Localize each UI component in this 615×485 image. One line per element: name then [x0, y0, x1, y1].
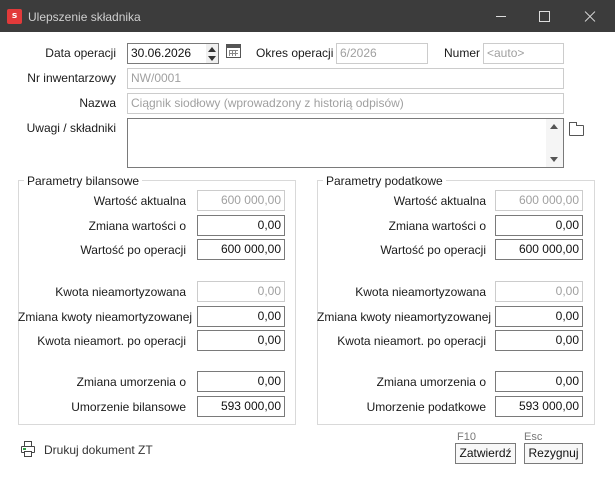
bil-depreciation-change-input[interactable]: 0,00 — [197, 371, 285, 392]
notes-textarea[interactable] — [127, 118, 564, 168]
pod-non-amortized-change-input[interactable]: 0,00 — [495, 306, 583, 327]
pod-value-change-label: Zmiana wartości o — [388, 219, 486, 233]
bil-non-amortized-label: Kwota nieamortyzowana — [55, 285, 186, 299]
confirm-button[interactable]: Zatwierdź — [455, 443, 516, 464]
bil-value-after-input[interactable]: 600 000,00 — [197, 239, 285, 260]
notes-scrollbar[interactable] — [546, 119, 563, 167]
pod-current-value-field: 600 000,00 — [495, 190, 583, 211]
printer-icon[interactable] — [20, 441, 36, 457]
pod-depreciation-label: Umorzenie podatkowe — [366, 400, 486, 414]
pod-value-after-label: Wartość po operacji — [380, 243, 486, 257]
pod-non-amortized-change-label: Zmiana kwoty nieamortyzowanej — [317, 310, 492, 324]
notes-label: Uwagi / składniki — [26, 121, 116, 135]
print-document-link[interactable]: Drukuj dokument ZT — [44, 443, 153, 457]
spin-down-icon[interactable] — [208, 56, 216, 61]
bil-value-change-label: Zmiana wartości o — [88, 219, 186, 233]
bil-depreciation-change-label: Zmiana umorzenia o — [76, 375, 186, 389]
pod-depreciation-change-input[interactable]: 0,00 — [495, 371, 583, 392]
bil-value-change-input[interactable]: 0,00 — [197, 215, 285, 236]
dialog-window: s Ulepszenie składnika Data operacji 30.… — [0, 0, 615, 485]
calendar-icon[interactable] — [226, 44, 241, 58]
bil-value-after-label: Wartość po operacji — [80, 243, 186, 257]
period-field: 6/2026 — [336, 43, 428, 64]
date-input[interactable]: 30.06.2026 — [127, 43, 207, 64]
number-field: <auto> — [483, 43, 564, 64]
bil-non-amortized-after-label: Kwota nieamort. po operacji — [37, 334, 186, 348]
app-logo-icon: s — [7, 9, 22, 24]
bil-depreciation-input[interactable]: 593 000,00 — [197, 396, 285, 417]
pod-non-amortized-after-label: Kwota nieamort. po operacji — [337, 334, 486, 348]
close-button[interactable] — [567, 0, 613, 32]
scroll-down-icon[interactable] — [550, 157, 558, 162]
bilansowe-title: Parametry bilansowe — [24, 174, 143, 188]
number-label: Numer — [444, 46, 481, 60]
bil-non-amortized-change-input[interactable]: 0,00 — [197, 306, 285, 327]
name-label: Nazwa — [79, 96, 116, 110]
pod-depreciation-change-label: Zmiana umorzenia o — [376, 375, 486, 389]
pod-current-value-label: Wartość aktualna — [393, 194, 486, 208]
cancel-button[interactable]: Rezygnuj — [524, 443, 583, 464]
bil-non-amortized-change-label: Zmiana kwoty nieamortyzowanej — [18, 310, 193, 324]
date-spinner[interactable] — [206, 43, 219, 64]
pod-depreciation-input[interactable]: 593 000,00 — [495, 396, 583, 417]
bil-depreciation-label: Umorzenie bilansowe — [71, 400, 186, 414]
podatkowe-title: Parametry podatkowe — [323, 174, 446, 188]
bil-non-amortized-field: 0,00 — [197, 281, 285, 302]
confirm-hotkey: F10 — [457, 431, 476, 443]
inventory-field: NW/0001 — [127, 68, 564, 89]
folder-icon[interactable] — [569, 122, 584, 136]
date-label: Data operacji — [45, 46, 116, 60]
pod-non-amortized-after-input[interactable]: 0,00 — [495, 330, 583, 351]
pod-value-after-input[interactable]: 600 000,00 — [495, 239, 583, 260]
inventory-label: Nr inwentarzowy — [27, 71, 116, 85]
bil-non-amortized-after-input[interactable]: 0,00 — [197, 330, 285, 351]
period-label: Okres operacji — [256, 46, 334, 60]
pod-non-amortized-field: 0,00 — [495, 281, 583, 302]
printer-status-light — [23, 448, 26, 450]
window-title: Ulepszenie składnika — [28, 10, 141, 24]
name-field: Ciągnik siodłowy (wprowadzony z historią… — [127, 93, 564, 114]
cancel-hotkey: Esc — [524, 431, 543, 443]
pod-non-amortized-label: Kwota nieamortyzowana — [355, 285, 486, 299]
minimize-button[interactable] — [478, 0, 524, 32]
bil-current-value-field: 600 000,00 — [197, 190, 285, 211]
bil-current-value-label: Wartość aktualna — [93, 194, 186, 208]
maximize-button[interactable] — [521, 0, 567, 32]
scroll-up-icon[interactable] — [550, 124, 558, 129]
printer-output-part — [24, 451, 32, 457]
spin-up-icon[interactable] — [208, 47, 216, 52]
pod-value-change-input[interactable]: 0,00 — [495, 215, 583, 236]
title-bar[interactable]: s Ulepszenie składnika — [0, 0, 615, 32]
